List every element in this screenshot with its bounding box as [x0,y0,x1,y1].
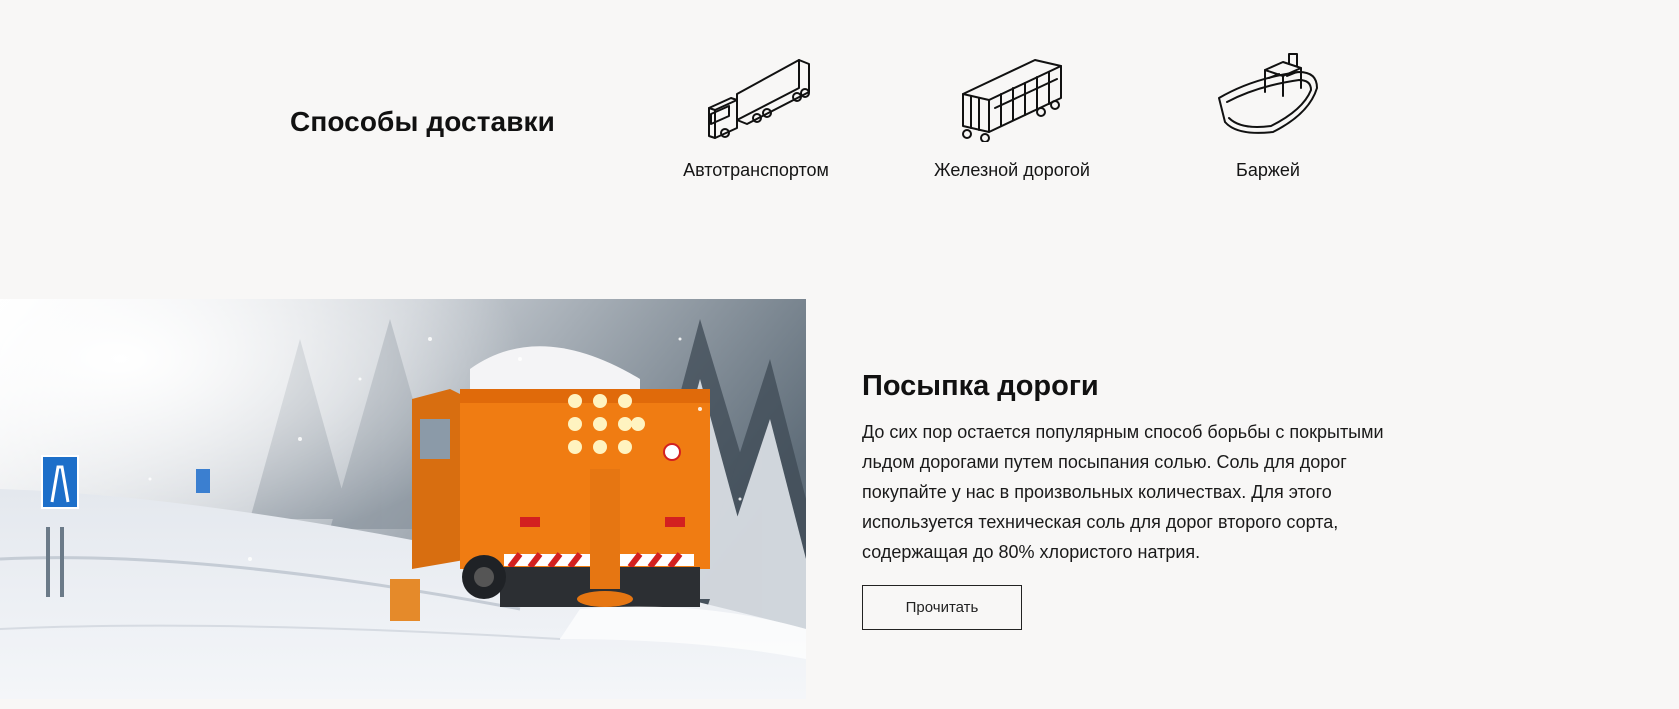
article-body: До сих пор остается популярным способ бо… [862,422,1384,562]
read-more-button[interactable]: Прочитать [862,585,1022,630]
delivery-method-label: Баржей [1236,160,1300,180]
delivery-method-truck: Автотранспортом [646,52,866,181]
delivery-method-railway: Железной дорогой [902,52,1122,181]
delivery-methods-title: Способы доставки [290,106,555,137]
snowplow-truck-image [0,299,806,699]
delivery-method-label: Автотранспортом [683,160,829,180]
article-title: Посыпка дороги [862,370,1099,402]
road-salting-article: Посыпка дороги До сих пор остается попул… [862,370,1402,630]
delivery-method-label: Железной дорогой [934,160,1090,180]
delivery-method-barge: Баржей [1158,52,1378,181]
truck-icon [708,59,810,139]
barge-icon [1218,53,1318,134]
railcar-icon [962,59,1062,142]
delivery-methods-section: Способы доставки Автотранспортом Железно… [0,0,1679,300]
